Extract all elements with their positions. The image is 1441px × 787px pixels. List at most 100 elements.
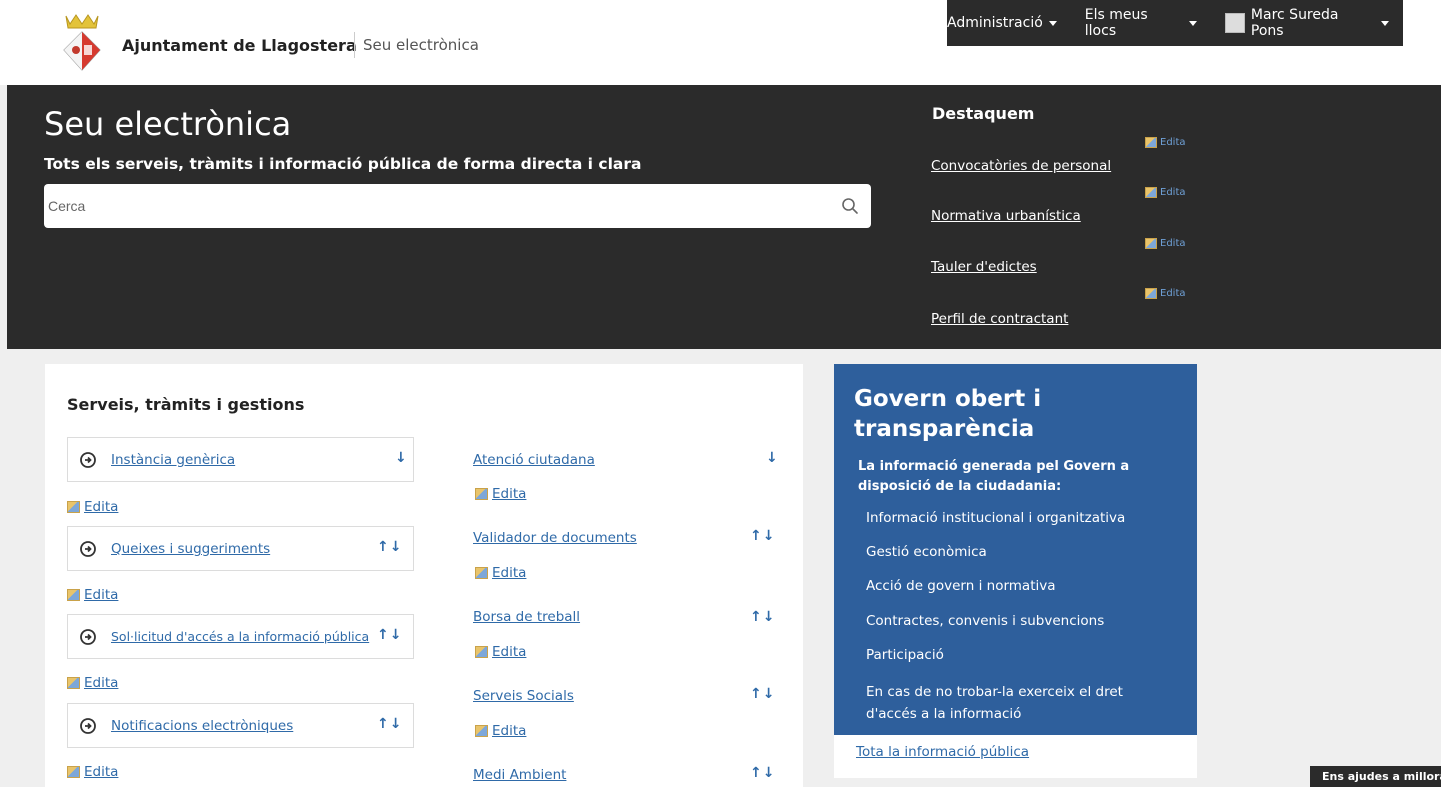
services-title: Serveis, tràmits i gestions (67, 395, 305, 414)
user-toolbar: Administració Els meus llocs Marc Sureda… (947, 0, 1403, 46)
move-up-down-icon[interactable]: ↑↓ (750, 765, 775, 781)
edit-featured-button[interactable]: Edita (1145, 187, 1186, 198)
edit-label: Edita (492, 565, 527, 581)
govern-link[interactable]: Informació institucional i organitzativa (866, 510, 1125, 526)
avatar (1225, 13, 1245, 33)
govern-link-access[interactable]: En cas de no trobar-la exerceix el dret … (866, 681, 1166, 725)
all-public-info-link[interactable]: Tota la informació pública (856, 744, 1029, 760)
feedback-button[interactable]: Ens ajudes a millorar? (1310, 766, 1441, 787)
govern-title: Govern obert i transparència (854, 386, 1042, 442)
edit-service-button[interactable]: Edita (67, 675, 118, 691)
town-crest-logo[interactable] (60, 12, 104, 74)
edit-label: Edita (492, 644, 527, 660)
edit-pencil-icon (475, 567, 488, 579)
service-link[interactable]: Queixes i suggeriments (111, 541, 270, 557)
edit-label: Edita (84, 587, 119, 603)
edit-service-button[interactable]: Edita (475, 565, 526, 581)
edit-service-button[interactable]: Edita (67, 764, 118, 780)
page-title: Seu electrònica (44, 105, 292, 143)
edit-pencil-icon (475, 488, 488, 500)
caret-down-icon (1189, 20, 1197, 26)
govern-link[interactable]: Gestió econòmica (866, 544, 987, 560)
featured-title: Destaquem (932, 104, 1035, 123)
govern-link[interactable]: Acció de govern i normativa (866, 578, 1056, 594)
site-name[interactable]: Ajuntament de Llagostera (122, 36, 357, 55)
edit-pencil-icon (67, 589, 80, 601)
arrow-circle-right-icon (80, 718, 96, 734)
govern-description: La informació generada pel Govern a disp… (858, 459, 1130, 494)
move-up-down-icon[interactable]: ↑↓ (750, 528, 775, 544)
search-box (44, 184, 871, 228)
govern-obert-card: Govern obert i transparència La informac… (834, 364, 1197, 735)
site-header: Ajuntament de Llagostera Seu electrònica… (0, 0, 1441, 85)
edit-label: Edita (84, 675, 119, 691)
user-name: Marc Sureda Pons (1250, 7, 1339, 39)
service-item: Notificacions electròniques ↑↓ (67, 703, 414, 748)
move-up-down-icon[interactable]: ↑↓ (377, 716, 402, 732)
move-up-down-icon[interactable]: ↑↓ (377, 627, 402, 643)
edit-label: Edita (492, 486, 527, 502)
service-link[interactable]: Serveis Socials (473, 688, 574, 704)
administracio-label: Administració (947, 15, 1043, 31)
edit-label: Edita (1160, 238, 1186, 249)
edit-label: Edita (84, 499, 119, 515)
featured-link-perfil[interactable]: Perfil de contractant (931, 311, 1068, 327)
edit-pencil-icon (67, 677, 80, 689)
edit-pencil-icon (1145, 187, 1157, 198)
page-subtitle: Tots els serveis, tràmits i informació p… (44, 155, 642, 173)
featured-link-normativa[interactable]: Normativa urbanística (931, 208, 1081, 224)
service-link[interactable]: Instància genèrica (111, 452, 235, 468)
move-down-icon[interactable]: ↓ (766, 450, 779, 466)
service-link[interactable]: Validador de documents (473, 530, 637, 546)
move-up-down-icon[interactable]: ↑↓ (750, 686, 775, 702)
search-input[interactable] (44, 184, 824, 228)
edit-pencil-icon (475, 725, 488, 737)
move-down-icon[interactable]: ↓ (395, 450, 408, 466)
els-meus-llocs-label: Els meus llocs (1084, 7, 1148, 39)
move-up-down-icon[interactable]: ↑↓ (377, 539, 402, 555)
services-card: Serveis, tràmits i gestions Instància ge… (45, 364, 803, 787)
search-icon[interactable] (841, 197, 859, 215)
site-section[interactable]: Seu electrònica (363, 36, 479, 54)
edit-service-button[interactable]: Edita (475, 723, 526, 739)
edit-label: Edita (1160, 288, 1186, 299)
featured-link-convocatories[interactable]: Convocatòries de personal (931, 158, 1111, 174)
edit-service-button[interactable]: Edita (475, 644, 526, 660)
edit-pencil-icon (67, 501, 80, 513)
edit-label: Edita (84, 764, 119, 780)
edit-featured-button[interactable]: Edita (1145, 238, 1186, 249)
hero-banner: Seu electrònica Tots els serveis, tràmit… (7, 85, 1441, 349)
edit-service-button[interactable]: Edita (67, 499, 118, 515)
featured-link-tauler[interactable]: Tauler d'edictes (931, 259, 1037, 275)
edit-pencil-icon (67, 766, 80, 778)
edit-service-button[interactable]: Edita (67, 587, 118, 603)
arrow-circle-right-icon (80, 629, 96, 645)
service-link[interactable]: Notificacions electròniques (111, 718, 293, 734)
govern-link[interactable]: Contractes, convenis i subvencions (866, 613, 1104, 629)
service-link[interactable]: Atenció ciutadana (473, 452, 595, 468)
edit-pencil-icon (1145, 137, 1157, 148)
edit-service-button[interactable]: Edita (475, 486, 526, 502)
user-menu[interactable]: Marc Sureda Pons (1225, 7, 1389, 39)
govern-footer: Tota la informació pública (834, 735, 1197, 778)
edit-label: Edita (492, 723, 527, 739)
caret-down-icon (1381, 20, 1389, 26)
service-link[interactable]: Medi Ambient (473, 767, 566, 783)
edit-featured-button[interactable]: Edita (1145, 288, 1186, 299)
move-up-down-icon[interactable]: ↑↓ (750, 609, 775, 625)
govern-link[interactable]: Participació (866, 647, 944, 663)
administracio-menu[interactable]: Administració (947, 15, 1057, 31)
edit-pencil-icon (475, 646, 488, 658)
header-divider (354, 32, 355, 58)
edit-featured-button[interactable]: Edita (1145, 137, 1186, 148)
caret-down-icon (1048, 20, 1057, 26)
els-meus-llocs-menu[interactable]: Els meus llocs (1085, 7, 1197, 39)
service-link[interactable]: Sol·licitud d'accés a la informació públ… (111, 629, 369, 644)
edit-pencil-icon (1145, 238, 1157, 249)
service-link[interactable]: Borsa de treball (473, 609, 580, 625)
service-item: Queixes i suggeriments ↑↓ (67, 526, 414, 571)
edit-label: Edita (1160, 187, 1186, 198)
service-item: Instància genèrica ↓ (67, 437, 414, 482)
service-item: Sol·licitud d'accés a la informació públ… (67, 614, 414, 659)
edit-label: Edita (1160, 137, 1186, 148)
